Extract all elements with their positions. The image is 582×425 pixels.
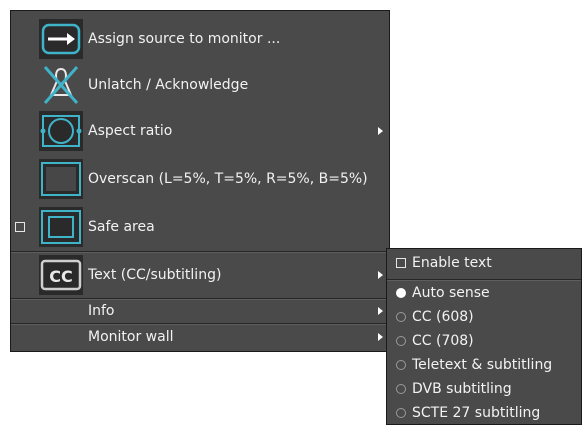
menu-item-monitor-wall[interactable]: Monitor wall [11,327,389,347]
option-label: DVB subtitling [412,381,512,397]
text-submenu: Enable text Auto sense CC (608) CC (708)… [386,248,582,425]
submenu-arrow-icon [378,333,383,341]
safe-area-checkbox[interactable] [15,222,25,232]
option-teletext[interactable]: Teletext & subtitling [387,353,581,377]
svg-text:CC: CC [49,267,72,286]
option-label: Teletext & subtitling [412,357,553,373]
option-dvb[interactable]: DVB subtitling [387,377,581,401]
option-cc-608[interactable]: CC (608) [387,305,581,329]
overscan-icon [39,159,83,199]
menu-item-label: Unlatch / Acknowledge [88,77,249,93]
menu-item-info[interactable]: Info [11,301,389,321]
menu-item-label: Assign source to monitor ... [88,31,281,47]
option-cc-708[interactable]: CC (708) [387,329,581,353]
option-label: SCTE 27 subtitling [412,405,541,421]
context-menu: Assign source to monitor ... Unlatch / A… [10,10,390,352]
option-label: CC (608) [412,309,474,325]
menu-item-label: Info [88,303,115,319]
aspect-ratio-icon [39,111,83,151]
menu-item-label: Aspect ratio [88,123,173,139]
option-scte27[interactable]: SCTE 27 subtitling [387,401,581,425]
option-label: CC (708) [412,333,474,349]
menu-item-label: Overscan (L=5%, T=5%, R=5%, B=5%) [88,171,368,187]
submenu-arrow-icon [378,271,383,279]
menu-item-aspect-ratio[interactable]: Aspect ratio [11,111,389,151]
enable-text-item[interactable]: Enable text [387,251,581,275]
menu-separator [11,323,389,325]
menu-item-overscan[interactable]: Overscan (L=5%, T=5%, R=5%, B=5%) [11,159,389,199]
radio-icon [396,408,406,418]
option-auto-sense[interactable]: Auto sense [387,281,581,305]
safe-area-icon [39,207,83,247]
radio-icon [396,360,406,370]
menu-item-label: Text (CC/subtitling) [88,267,222,283]
menu-item-text-cc[interactable]: CC Text (CC/subtitling) [11,255,389,295]
unlatch-icon [43,66,79,104]
enable-text-checkbox[interactable] [396,258,406,268]
radio-selected-icon [396,288,406,298]
option-label: Auto sense [412,285,490,301]
menu-item-label: Safe area [88,219,155,235]
menu-item-label: Monitor wall [88,329,174,345]
enable-text-label: Enable text [412,255,492,271]
menu-item-unlatch[interactable]: Unlatch / Acknowledge [11,63,389,107]
radio-icon [396,312,406,322]
menu-separator [11,298,389,300]
menu-item-assign-source[interactable]: Assign source to monitor ... [11,19,389,59]
submenu-arrow-icon [378,127,383,135]
closed-caption-icon: CC [39,255,83,295]
menu-item-safe-area[interactable]: Safe area [11,207,389,247]
menu-separator [11,251,389,253]
submenu-arrow-icon [378,307,383,315]
radio-icon [396,384,406,394]
radio-icon [396,336,406,346]
assign-source-icon [39,19,83,59]
